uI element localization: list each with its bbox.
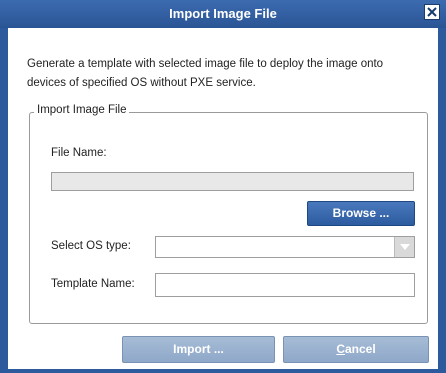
cancel-button[interactable]: Cancel [283,336,429,363]
template-name-label: Template Name: [51,278,135,290]
cancel-mnemonic: C [336,342,345,356]
os-type-select[interactable] [155,236,415,258]
import-button[interactable]: Import ... [122,336,275,363]
close-icon [427,7,437,17]
file-name-label: File Name: [51,147,107,159]
os-type-dropdown-button[interactable] [394,237,414,257]
dialog-title: Import Image File [169,6,277,21]
file-name-field[interactable] [51,172,414,191]
close-button[interactable] [424,4,440,20]
chevron-down-icon [400,244,410,250]
dialog-description: Generate a template with selected image … [27,58,384,89]
cancel-label-rest: ancel [344,342,376,356]
os-type-label: Select OS type: [51,240,131,252]
title-bar: Import Image File [0,0,446,28]
browse-button[interactable]: Browse ... [307,201,415,226]
group-legend: Import Image File [34,104,130,116]
template-name-input[interactable] [155,273,415,297]
